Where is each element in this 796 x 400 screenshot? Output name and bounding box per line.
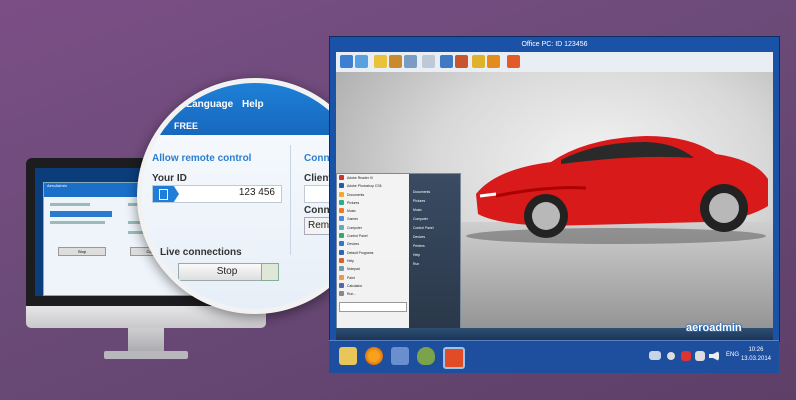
app-logo-icon xyxy=(507,55,520,68)
start-right-item[interactable]: Control Panel xyxy=(409,224,460,233)
start-item-label: Documents xyxy=(347,192,365,197)
start-right-item[interactable]: Help xyxy=(409,251,460,260)
start-item[interactable]: Adobe Photoshop CS6 xyxy=(337,182,409,190)
start-right-item[interactable]: Documents xyxy=(409,188,460,197)
red-car-image xyxy=(466,136,768,244)
clock-icon[interactable] xyxy=(487,55,500,68)
imac-allow-header xyxy=(50,203,90,206)
start-menu: Documents Pictures Music Computer Contro… xyxy=(336,173,461,337)
start-item[interactable]: Default Programs xyxy=(337,249,409,257)
start-right-item[interactable]: Printers xyxy=(409,242,460,251)
start-right-item[interactable]: Computer xyxy=(409,215,460,224)
start-item[interactable]: Games xyxy=(337,215,409,223)
allow-remote-control-header: Allow remote control xyxy=(152,153,252,164)
start-item[interactable]: Run... xyxy=(337,290,409,298)
keyboard-icon[interactable] xyxy=(404,55,417,68)
fullscreen-icon[interactable] xyxy=(340,55,353,68)
start-right-item[interactable]: Run xyxy=(409,260,460,269)
settings-icon[interactable] xyxy=(472,55,485,68)
network-icon[interactable] xyxy=(391,347,409,365)
start-item-label: Control Panel xyxy=(347,234,368,239)
remote-desktop-screen: Documents Pictures Music Computer Contro… xyxy=(336,72,773,340)
start-item[interactable]: Documents xyxy=(337,191,409,199)
imac-text-line xyxy=(50,221,105,224)
imac-stand-base xyxy=(104,351,188,359)
aeroadmin-watermark: aeroadmin xyxy=(686,322,742,334)
imac-stop-button[interactable]: Stop xyxy=(58,247,106,256)
menu-language[interactable]: Language xyxy=(186,99,233,110)
your-id-label: Your ID xyxy=(152,173,187,184)
menu-help[interactable]: Help xyxy=(242,99,264,110)
start-item-label: Notepad xyxy=(347,267,360,272)
aero-logo: aero xyxy=(176,293,208,310)
id-flag-icon xyxy=(153,186,179,202)
start-item-label: Games xyxy=(347,217,358,222)
start-item[interactable]: Devices xyxy=(337,240,409,248)
start-item-label: Help xyxy=(347,258,354,263)
start-right-item[interactable]: Pictures xyxy=(409,197,460,206)
remote-window-title: Office PC: ID 123456 xyxy=(330,37,779,52)
start-search-box[interactable] xyxy=(339,302,407,313)
start-item[interactable]: Paint xyxy=(337,274,409,282)
start-item-label: Music xyxy=(347,209,356,214)
start-menu-right-panel: Documents Pictures Music Computer Contro… xyxy=(409,174,460,336)
your-id-value: 123 456 xyxy=(238,187,275,198)
start-item-label: Adobe Photoshop CS6 xyxy=(347,184,382,189)
chevron-up-icon[interactable] xyxy=(667,352,675,360)
user-icon[interactable] xyxy=(440,55,453,68)
live-connections-label: Live connections xyxy=(160,247,242,258)
start-item[interactable]: Control Panel xyxy=(337,232,409,240)
start-item-label: Devices xyxy=(347,242,360,247)
onion-browser-icon[interactable] xyxy=(417,347,435,365)
start-item[interactable]: Notepad xyxy=(337,265,409,273)
firefox-icon[interactable] xyxy=(365,347,383,365)
keyboard-tray-icon[interactable] xyxy=(649,351,661,360)
remote-desktop-window: Office PC: ID 123456 Documents Pictures … xyxy=(329,36,780,342)
start-right-item[interactable]: Devices xyxy=(409,233,460,242)
start-right-item[interactable]: Music xyxy=(409,206,460,215)
free-badge: FREE xyxy=(174,121,199,131)
clock-date: 13.03.2014 xyxy=(740,356,771,362)
imac-id-field xyxy=(50,211,112,217)
start-item-label: Paint xyxy=(347,275,355,280)
remote-toolbar xyxy=(336,52,773,72)
panel-divider xyxy=(290,145,291,255)
display-tray-icon[interactable] xyxy=(695,351,705,361)
host-taskbar: ENG 10:26 13.03.2014 xyxy=(329,340,779,373)
start-item-label: Computer xyxy=(347,225,362,230)
volume-icon[interactable] xyxy=(709,351,719,361)
send-file-icon[interactable] xyxy=(261,263,279,281)
clock[interactable]: 10:26 13.03.2014 xyxy=(741,346,771,364)
start-item[interactable]: Pictures xyxy=(337,199,409,207)
start-item-label: Adobe Reader XI xyxy=(347,176,374,180)
clock-time: 10:26 xyxy=(748,347,764,353)
flag-tray-icon[interactable] xyxy=(681,351,691,361)
start-item-label: Pictures xyxy=(347,200,360,205)
refresh-icon[interactable] xyxy=(455,55,468,68)
start-item[interactable]: Music xyxy=(337,207,409,215)
start-item-label: Run... xyxy=(347,292,357,297)
language-indicator[interactable]: ENG xyxy=(726,352,739,358)
start-item-label: Calculator xyxy=(347,283,363,288)
lock-icon[interactable] xyxy=(374,55,387,68)
ctrl-alt-del-icon[interactable] xyxy=(422,55,435,68)
aeroadmin-taskbar-icon[interactable] xyxy=(443,347,465,369)
file-explorer-icon[interactable] xyxy=(339,347,357,365)
screen-icon[interactable] xyxy=(355,55,368,68)
start-item[interactable]: Adobe Reader XI xyxy=(337,174,409,182)
start-item[interactable]: Calculator xyxy=(337,282,409,290)
start-item[interactable]: Help xyxy=(337,257,409,265)
start-item[interactable]: Computer xyxy=(337,224,409,232)
key-icon[interactable] xyxy=(389,55,402,68)
start-item-label: Default Programs xyxy=(347,250,374,255)
user-tile xyxy=(409,174,460,188)
your-id-field: 123 456 xyxy=(152,185,282,203)
